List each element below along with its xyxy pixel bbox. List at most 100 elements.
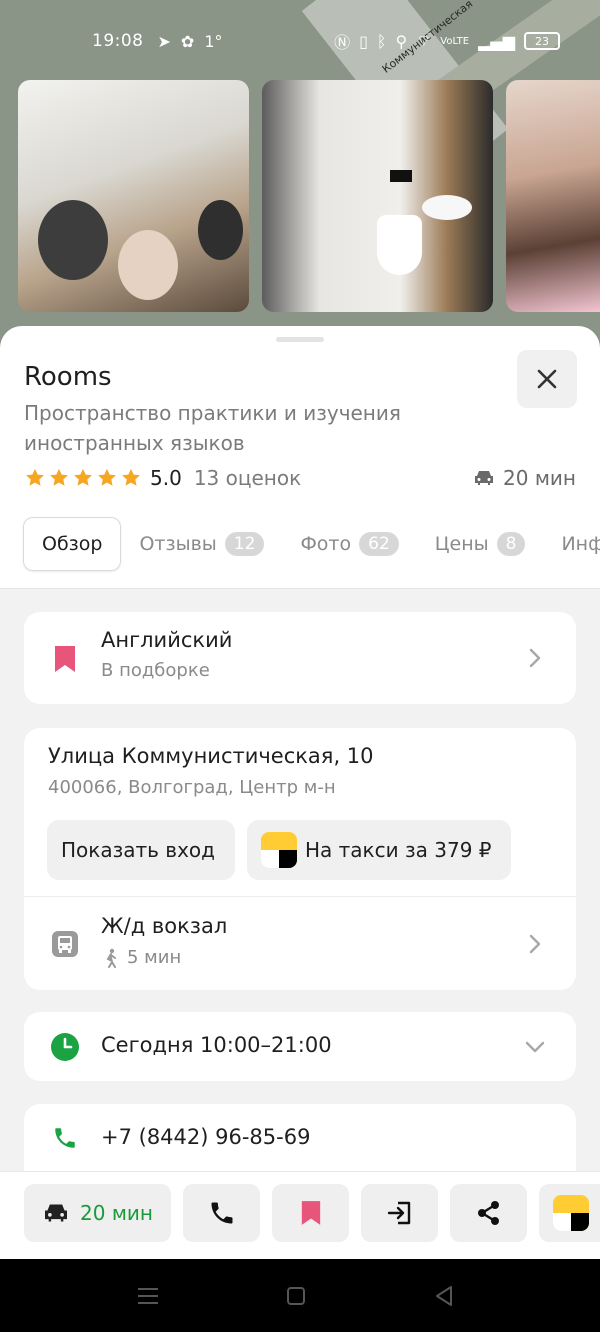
show-entrance-button[interactable]: Показать вход [47,820,235,880]
collection-subtitle: В подборке [101,660,210,681]
taxi-action-button[interactable] [539,1184,600,1242]
show-entrance-label: Показать вход [61,838,215,862]
place-description: Пространство практики и изучения иностра… [24,401,401,455]
status-left-icons: ➤ ✿ 1° [158,32,223,51]
status-bar: 19:08 ➤ ✿ 1° Ⓝ ▯ ᛒ ⚲ ⌔ VoLTE ▂▄▆ 23 [0,22,600,60]
close-button[interactable] [517,350,577,408]
rating-stars [24,467,142,489]
tab-badge: 8 [496,532,526,556]
tab-bar: Обзор Отзывы 12 Фото 62 Цены 8 Инф [23,517,600,571]
share-icon [477,1201,499,1225]
tab-label: Обзор [42,533,103,555]
logo-part [261,850,279,868]
photo-detail [198,200,243,260]
overview-content: Английский В подборке Улица Коммунистиче… [0,589,600,1171]
photo-detail [422,195,472,220]
photo-detail [377,215,422,275]
photo-detail [38,200,108,280]
app-notification-icon: ✿ [180,31,195,51]
walking-icon [106,948,116,968]
star-icon [98,468,116,486]
battery-icon: 23 [524,32,560,50]
sheet-grabber[interactable] [276,337,324,342]
close-icon [537,369,557,389]
taxi-button[interactable]: На такси за 379 ₽ [247,820,511,880]
weather-temp: 1° [204,31,223,51]
rating-count[interactable]: 13 оценок [194,466,301,490]
clock-icon [51,1033,79,1061]
transit-row[interactable]: Ж/д вокзал 5 мин [24,897,576,990]
bluetooth-icon: ᛒ [376,31,387,51]
tab-info[interactable]: Инф [543,517,600,571]
route-time: 20 мин [80,1201,153,1225]
logo-part [571,1213,589,1231]
photo-thumbnail[interactable] [506,80,600,312]
home-icon[interactable] [286,1286,306,1306]
bookmark-icon [55,646,75,672]
bus-icon [52,931,78,957]
phone-card[interactable]: +7 (8442) 96-85-69 [24,1104,576,1171]
hours-card[interactable]: Сегодня 10:00–21:00 [24,1012,576,1081]
collection-title: Английский [101,628,233,652]
drive-time[interactable]: 20 мин [473,466,576,490]
address-street[interactable]: Улица Коммунистическая, 10 [48,744,374,768]
tab-label: Фото [300,533,352,555]
photo-detail [118,230,178,300]
walk-info: 5 мин [103,947,181,968]
photo-detail [390,170,412,182]
star-icon [74,468,92,486]
volte-icon: VoLTE [440,35,470,47]
taxi-label: На такси за 379 ₽ [305,838,492,862]
photo-carousel[interactable] [18,80,600,312]
car-icon [475,471,494,485]
place-card-sheet[interactable]: Rooms Пространство практики и изучения и… [0,326,600,1171]
tab-overview[interactable]: Обзор [23,517,122,571]
route-button[interactable]: 20 мин [24,1184,171,1242]
tab-reviews[interactable]: Отзывы 12 [121,517,282,571]
status-right-icons: Ⓝ ▯ ᛒ ⚲ ⌔ VoLTE ▂▄▆ 23 [334,29,560,53]
entrance-button[interactable] [361,1184,438,1242]
car-icon [45,1204,68,1222]
share-button[interactable] [450,1184,527,1242]
call-button[interactable] [183,1184,260,1242]
tab-badge: 62 [359,532,399,556]
location-icon: ⚲ [395,31,408,51]
walk-time: 5 мин [127,947,182,968]
tab-label: Инф [561,533,600,555]
vibrate-icon: ▯ [359,31,368,51]
wifi-icon: ⌔ [416,31,432,50]
address-city: 400066, Волгоград, Центр м-н [48,777,336,798]
yandex-taxi-icon [553,1195,589,1231]
photo-thumbnail[interactable] [262,80,493,312]
chevron-right-icon [529,648,541,668]
place-title: Rooms [24,362,112,392]
bookmark-button[interactable] [272,1184,349,1242]
logo-part [279,850,297,868]
menu-icon[interactable] [137,1286,159,1306]
tab-badge: 12 [224,532,265,556]
phone-icon [211,1202,232,1224]
yandex-taxi-icon [261,832,297,868]
star-icon [122,468,140,486]
telegram-icon: ➤ [157,31,171,51]
status-time: 19:08 [92,31,144,51]
drive-time-label: 20 мин [503,466,576,490]
hours-label: Сегодня 10:00–21:00 [101,1033,332,1057]
star-icon [26,468,44,486]
address-card: Улица Коммунистическая, 10 400066, Волго… [24,728,576,990]
phone-number: +7 (8442) 96-85-69 [101,1125,311,1149]
collection-card[interactable]: Английский В подборке [24,612,576,704]
rating-row[interactable]: 5.0 13 оценок 20 мин [24,464,576,492]
chevron-down-icon [525,1041,545,1053]
back-icon[interactable] [434,1285,454,1307]
tab-label: Отзывы [139,533,217,555]
tab-photos[interactable]: Фото 62 [282,517,416,571]
enter-icon [387,1201,410,1225]
nfc-icon: Ⓝ [334,33,351,52]
signal-icon: ▂▄▆ [478,31,515,51]
rating-value: 5.0 [150,466,182,490]
photo-thumbnail[interactable] [18,80,249,312]
tab-prices[interactable]: Цены 8 [417,517,544,571]
phone-icon [55,1128,75,1148]
star-icon [50,468,68,486]
